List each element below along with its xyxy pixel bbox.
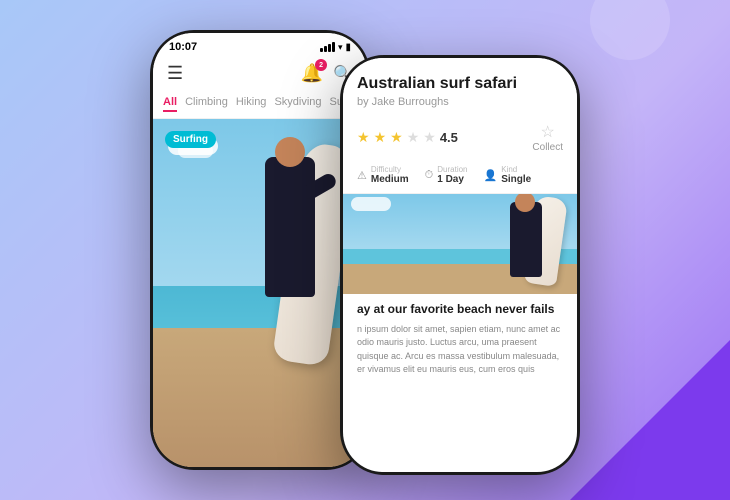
tab-all[interactable]: All bbox=[163, 94, 177, 112]
wifi-icon: ▾ bbox=[338, 42, 343, 53]
tab-climbing[interactable]: Climbing bbox=[185, 94, 228, 112]
detail-title: Australian surf safari bbox=[357, 74, 563, 93]
clock: 10:07 bbox=[169, 41, 197, 53]
kind-icon: 👤 bbox=[484, 169, 498, 182]
meta-duration: ⏱ Duration 1 Day bbox=[425, 165, 468, 185]
difficulty-icon: ⚠ bbox=[357, 169, 367, 182]
menu-icon[interactable]: ☰ bbox=[167, 63, 183, 84]
status-bar: 10:07 ▾ ▮ bbox=[153, 33, 367, 57]
kind-label: Kind bbox=[501, 165, 531, 174]
status-icons: ▾ ▮ bbox=[320, 42, 351, 53]
meta-difficulty: ⚠ Difficulty Medium bbox=[357, 165, 409, 185]
notification-bell[interactable]: 🔔 2 bbox=[301, 63, 323, 84]
surf-image bbox=[153, 119, 367, 467]
detail-image bbox=[343, 194, 577, 294]
bg-triangle-decoration bbox=[570, 340, 730, 500]
star-1: ★ bbox=[357, 129, 370, 146]
duration-value: 1 Day bbox=[437, 174, 467, 185]
star-3: ★ bbox=[390, 129, 403, 146]
detail-header: Australian surf safari by Jake Burroughs bbox=[343, 58, 577, 116]
bg-circle-decoration bbox=[590, 0, 670, 60]
difficulty-value: Medium bbox=[371, 174, 409, 185]
star-2: ★ bbox=[374, 129, 387, 146]
notification-badge: 2 bbox=[315, 59, 327, 71]
collect-star-icon: ☆ bbox=[541, 122, 555, 142]
duration-label: Duration bbox=[437, 165, 467, 174]
phone-detail: Australian surf safari by Jake Burroughs… bbox=[340, 55, 580, 475]
description-heading: ay at our favorite beach never fails bbox=[357, 302, 563, 318]
stars-rating: ★ ★ ★ ★ ★ 4.5 bbox=[357, 129, 458, 146]
phone1-screen: 10:07 ▾ ▮ ☰ 🔔 bbox=[153, 33, 367, 467]
person-body bbox=[265, 157, 315, 297]
star-5: ★ bbox=[423, 129, 436, 146]
collect-button[interactable]: ☆ Collect bbox=[532, 122, 563, 153]
star-4: ★ bbox=[407, 129, 420, 146]
rating-number: 4.5 bbox=[440, 130, 458, 145]
detail-meta-row: ⚠ Difficulty Medium ⏱ Duration 1 Day 👤 bbox=[343, 159, 577, 194]
difficulty-label: Difficulty bbox=[371, 165, 409, 174]
tab-skydiving[interactable]: Skydiving bbox=[274, 94, 321, 112]
category-tabs: All Climbing Hiking Skydiving Surfing bbox=[153, 90, 367, 119]
duration-icon: ⏱ bbox=[425, 169, 434, 182]
detail-author: by Jake Burroughs bbox=[357, 96, 563, 108]
card-image-area: Surfing bbox=[153, 119, 367, 467]
description-text: n ipsum dolor sit amet, sapien etiam, nu… bbox=[357, 323, 563, 377]
sand-bg bbox=[153, 328, 367, 467]
phone2-screen: Australian surf safari by Jake Burroughs… bbox=[343, 58, 577, 472]
detail-rating-row: ★ ★ ★ ★ ★ 4.5 ☆ Collect bbox=[343, 116, 577, 159]
battery-icon: ▮ bbox=[345, 42, 351, 53]
detail-description: ay at our favorite beach never fails n i… bbox=[343, 294, 577, 472]
detail-person-body bbox=[510, 202, 542, 277]
detail-cloud-1 bbox=[351, 197, 391, 211]
phones-container: 10:07 ▾ ▮ ☰ 🔔 bbox=[150, 25, 580, 475]
person-head bbox=[275, 137, 305, 167]
collect-label: Collect bbox=[532, 142, 563, 153]
phone-list: 10:07 ▾ ▮ ☰ 🔔 bbox=[150, 30, 370, 470]
tab-hiking[interactable]: Hiking bbox=[236, 94, 267, 112]
top-nav: ☰ 🔔 2 🔍 bbox=[153, 57, 367, 90]
meta-kind: 👤 Kind Single bbox=[484, 165, 532, 185]
surfing-badge: Surfing bbox=[165, 131, 216, 148]
signal-icon bbox=[320, 42, 335, 52]
kind-value: Single bbox=[501, 174, 531, 185]
